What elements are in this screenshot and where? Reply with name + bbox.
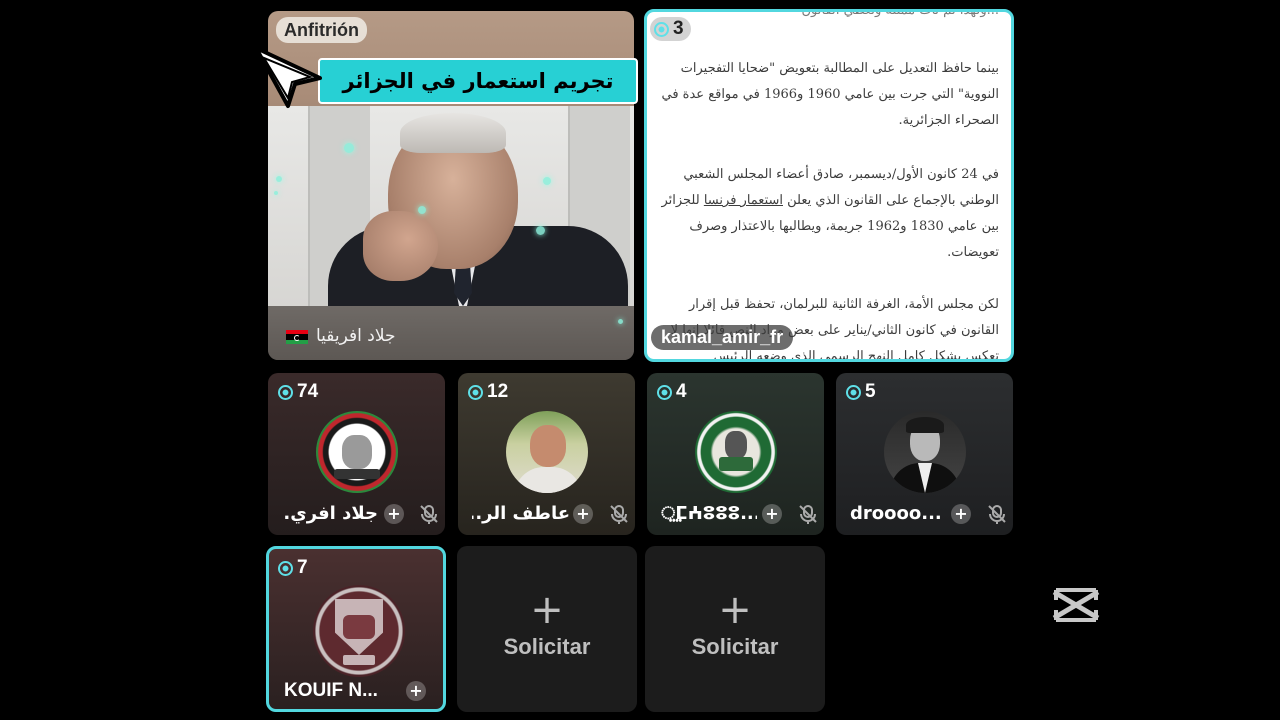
live-viewers-icon (278, 560, 293, 576)
live-viewers-icon (657, 384, 672, 400)
libya-flag-icon (286, 330, 308, 344)
cursor-icon (254, 46, 322, 108)
follow-plus-button[interactable]: + (951, 504, 971, 524)
article-link[interactable]: استعمار فرنسا (704, 193, 783, 208)
follow-plus-button[interactable]: + (762, 504, 782, 524)
avatar (313, 585, 405, 677)
capcut-logo-icon (1052, 588, 1100, 622)
headline-banner: تجريم استعمار في الجزائر (318, 58, 638, 104)
mic-off-icon (988, 505, 1006, 524)
mic-off-icon (610, 505, 628, 524)
mic-off-icon (799, 505, 817, 524)
live-viewers-icon (468, 384, 483, 400)
avatar (506, 411, 588, 493)
participant-name: droooo... (850, 503, 942, 524)
article-paragraph: ...ولهذا لم تأت ممثلة وتعطي القانون (801, 9, 1000, 18)
viewer-count-badge: 4 (657, 381, 687, 403)
request-label: Solicitar (503, 634, 591, 659)
participant-tile[interactable]: 74 جلاد افري... + (268, 373, 445, 535)
avatar (695, 411, 777, 493)
follow-plus-button[interactable]: + (573, 504, 593, 524)
participant-name: ⵿ⵎⵄⵓⵓⵓ... (661, 503, 757, 524)
viewer-count-badge: 7 (278, 557, 308, 579)
article-screen-share-tile[interactable]: ...ولهذا لم تأت ممثلة وتعطي القانون بينم… (644, 9, 1014, 362)
article-paragraph: بينما حافظ التعديل على المطالبة بتعويض "… (661, 61, 999, 128)
participant-tile[interactable]: 5 droooo... + (836, 373, 1013, 535)
article-username: kamal_amir_fr (651, 325, 794, 350)
hand (363, 211, 438, 281)
request-slot[interactable]: + Solicitar (457, 546, 637, 712)
viewer-count-badge: 12 (468, 381, 508, 403)
follow-plus-button[interactable]: + (406, 681, 426, 701)
request-label: Solicitar (691, 634, 779, 659)
participant-name: عاطف الر... (472, 503, 570, 524)
plus-icon: + (530, 587, 564, 633)
participant-name: جلاد افري... (284, 503, 378, 524)
plus-icon: + (718, 587, 752, 633)
active-participant-tile[interactable]: 7 KOUIF N... + (266, 546, 446, 712)
live-viewers-icon (654, 21, 669, 37)
request-slot[interactable]: + Solicitar (645, 546, 825, 712)
follow-plus-button[interactable]: + (384, 504, 404, 524)
viewer-count-badge: 3 (650, 17, 691, 41)
live-viewers-icon (846, 384, 861, 400)
participant-tile[interactable]: 12 عاطف الر... + (458, 373, 635, 535)
viewer-count-badge: 5 (846, 381, 876, 403)
article-paragraph: في 24 كانون الأول/ديسمبر، صادق أعضاء الم… (661, 167, 999, 260)
participant-tile[interactable]: 4 ⵿ⵎⵄⵓⵓⵓ... + (647, 373, 824, 535)
host-name: جلاد افريقيا (316, 326, 396, 346)
viewer-count-badge: 74 (278, 381, 318, 403)
mic-off-icon (420, 505, 438, 524)
participant-name: KOUIF N... (284, 680, 378, 701)
avatar (316, 411, 398, 493)
avatar (884, 411, 966, 493)
live-viewers-icon (278, 384, 293, 400)
